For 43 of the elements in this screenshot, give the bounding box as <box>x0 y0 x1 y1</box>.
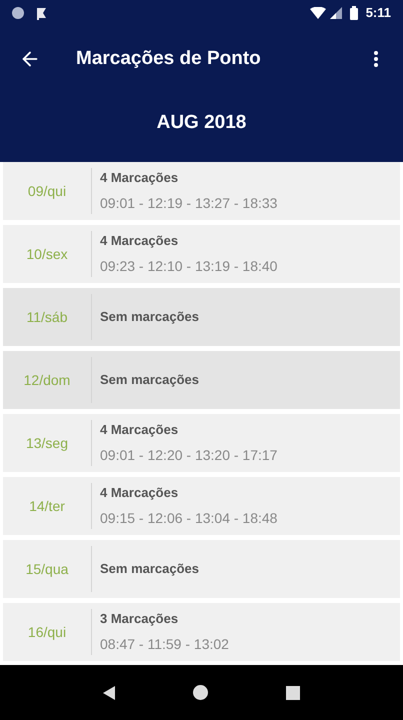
no-marks-text: Sem marcações <box>100 371 200 390</box>
day-row[interactable]: 10/sex 4 Marcações 09:23 - 12:10 - 13:19 - 18:40 <box>3 225 400 283</box>
day-row[interactable]: 12/dom Sem marcações <box>3 351 400 409</box>
back-nav-button[interactable] <box>103 686 115 700</box>
day-date: 12/dom <box>22 370 72 390</box>
no-marks-text: Sem marcações <box>100 560 200 578</box>
square-icon <box>286 686 300 700</box>
day-row[interactable]: 15/qua Sem marcações <box>3 540 400 598</box>
signal-icon <box>330 7 342 19</box>
day-row[interactable]: 13/seg 4 Marcações 09:01 - 12:20 - 13:20 - 17:17 <box>3 414 400 472</box>
toolbar-title: Marcações de Ponto <box>76 46 262 71</box>
marks-times: 09:01 - 12:19 - 13:27 - 18:33 <box>100 194 278 214</box>
triangle-icon <box>103 686 115 700</box>
day-row[interactable]: 11/sáb Sem marcações <box>3 288 400 346</box>
marks-count: 4 Marcações <box>100 168 180 187</box>
day-date: 11/sáb <box>26 308 68 326</box>
marks-count: 3 Marcações <box>100 610 180 628</box>
circle-icon <box>193 685 208 700</box>
month-label: AUG 2018 <box>156 110 246 135</box>
home-nav-button[interactable] <box>193 685 208 700</box>
marks-count: 4 Marcações <box>100 484 180 502</box>
day-date: 15/qua <box>24 560 70 579</box>
day-row[interactable]: 14/ter 4 Marcações 09:15 - 12:06 - 13:04 - 18:48 <box>3 477 400 535</box>
marks-times: 09:23 - 12:10 - 13:19 - 18:40 <box>100 257 278 276</box>
day-date: 09/qui <box>26 182 68 201</box>
day-row[interactable]: 09/qui 4 Marcações 09:01 - 12:19 - 13:27 - 18:33 <box>3 162 400 220</box>
marks-count: 4 Marcações <box>100 420 180 439</box>
marks-times: 09:01 - 12:20 - 13:20 - 17:17 <box>100 446 278 466</box>
marks-times: 09:15 - 12:06 - 13:04 - 18:48 <box>100 509 278 528</box>
marks-count: 4 Marcações <box>100 232 180 250</box>
battery-icon <box>350 6 358 20</box>
day-date: 14/ter <box>28 496 66 516</box>
day-date: 10/sex <box>25 244 69 264</box>
status-time: 5:11 <box>366 4 391 22</box>
wifi-icon <box>310 7 326 19</box>
flag-icon <box>36 6 48 20</box>
day-row[interactable]: 16/qui 3 Marcações 08:47 - 11:59 - 13:02 <box>3 603 400 661</box>
day-date: 16/qui <box>26 622 68 642</box>
recents-nav-button[interactable] <box>286 686 300 700</box>
marks-times: 08:47 - 11:59 - 13:02 <box>100 635 229 654</box>
no-marks-text: Sem marcações <box>100 308 200 326</box>
more-options-icon <box>374 51 378 67</box>
day-date: 13/seg <box>24 434 70 453</box>
